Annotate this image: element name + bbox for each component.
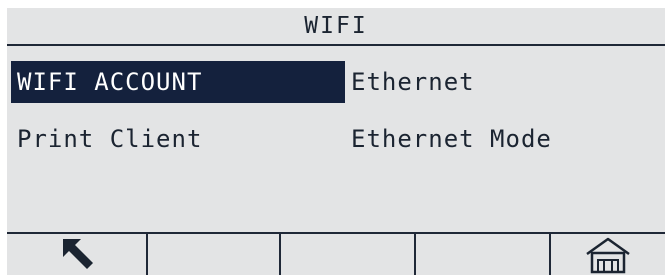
menu-item-label: Ethernet Mode — [351, 125, 552, 153]
softkey-3[interactable] — [281, 234, 414, 275]
softkey-back[interactable] — [7, 234, 146, 275]
menu-item-label: WIFI ACCOUNT — [17, 68, 203, 96]
softkey-2[interactable] — [148, 234, 279, 275]
menu-item-ethernet-mode[interactable]: Ethernet Mode — [345, 118, 645, 160]
menu-item-label: Ethernet — [351, 68, 475, 96]
softkey-home[interactable] — [551, 234, 665, 275]
display-screen: WIFI WIFI ACCOUNT Ethernet Print Client … — [7, 8, 665, 275]
menu-item-wifi-account[interactable]: WIFI ACCOUNT — [11, 61, 345, 103]
softkey-bar — [7, 232, 665, 275]
back-arrow-icon — [62, 238, 93, 269]
menu-item-label: Print Client — [17, 125, 203, 153]
softkey-4[interactable] — [416, 234, 549, 275]
home-icon — [586, 237, 630, 273]
menu-item-ethernet[interactable]: Ethernet — [345, 61, 645, 103]
screen-title: WIFI — [7, 8, 665, 46]
menu-item-print-client[interactable]: Print Client — [11, 118, 345, 160]
